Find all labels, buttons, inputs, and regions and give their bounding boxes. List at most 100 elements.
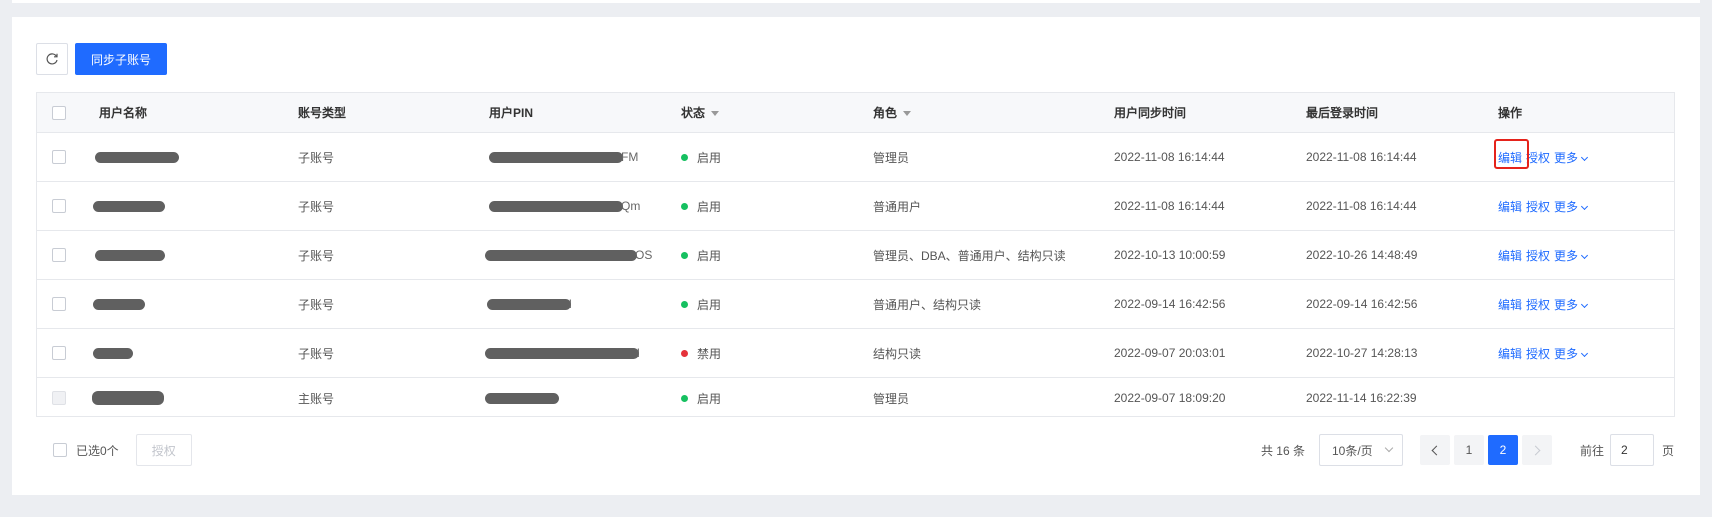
grant-link[interactable]: 授权 bbox=[1526, 247, 1550, 264]
status-dot-icon bbox=[681, 153, 688, 161]
last-login: 2022-09-14 16:42:56 bbox=[1306, 297, 1418, 311]
next-page-button[interactable] bbox=[1521, 435, 1552, 465]
row-checkbox[interactable] bbox=[52, 297, 66, 311]
last-login: 2022-10-27 14:28:13 bbox=[1306, 346, 1418, 360]
table-footer: 已选0个 授权 共 16 条 10条/页 1 2 前往 页 bbox=[24, 433, 1674, 467]
user-table: 用户名称 账号类型 用户PIN 状态 角色 用户同步时间 最后登录时间 操作 子… bbox=[36, 92, 1675, 417]
col-header-type: 账号类型 bbox=[298, 106, 347, 120]
sync-subaccount-button[interactable]: 同步子账号 bbox=[75, 43, 168, 75]
more-link[interactable]: 更多 bbox=[1554, 247, 1589, 264]
page-size-select[interactable]: 10条/页 bbox=[1318, 434, 1403, 466]
select-all-footer-checkbox[interactable] bbox=[53, 443, 67, 457]
redacted-pin bbox=[487, 298, 571, 310]
goto-page-input[interactable] bbox=[1609, 434, 1654, 466]
role: 管理员、DBA、普通用户、结构只读 bbox=[873, 248, 1066, 263]
sync-time: 2022-09-07 20:03:01 bbox=[1114, 346, 1226, 360]
chevron-down-icon bbox=[1581, 202, 1589, 210]
sync-time: 2022-09-14 16:42:56 bbox=[1114, 297, 1226, 311]
chevron-down-icon bbox=[1581, 349, 1589, 357]
col-header-actions: 操作 bbox=[1498, 106, 1523, 120]
row-checkbox[interactable] bbox=[52, 346, 66, 360]
grant-link[interactable]: 授权 bbox=[1526, 296, 1550, 313]
col-header-status[interactable]: 状态 bbox=[681, 93, 720, 133]
col-header-name: 用户名称 bbox=[99, 106, 148, 120]
grant-link[interactable]: 授权 bbox=[1526, 198, 1550, 215]
status: 启用 bbox=[681, 378, 721, 418]
redacted-username bbox=[93, 347, 133, 359]
edit-link[interactable]: 编辑 bbox=[1498, 198, 1522, 215]
refresh-icon bbox=[46, 53, 58, 65]
status-filter-caret-icon[interactable] bbox=[711, 111, 720, 117]
top-panel-edge bbox=[12, 0, 1700, 3]
last-login: 2022-10-26 14:48:49 bbox=[1306, 248, 1418, 262]
status-dot-icon bbox=[681, 349, 688, 357]
more-link[interactable]: 更多 bbox=[1554, 345, 1589, 362]
edit-link[interactable]: 编辑 bbox=[1498, 247, 1522, 264]
status: 禁用 bbox=[681, 329, 721, 377]
user-pin: l bbox=[487, 280, 572, 328]
batch-grant-button[interactable]: 授权 bbox=[135, 434, 192, 466]
account-type: 子账号 bbox=[298, 248, 335, 263]
table-row: 子账号 FM 启用 管理员 2022-11-08 16:14:44 2022-1… bbox=[37, 133, 1674, 182]
more-link[interactable]: 更多 bbox=[1554, 296, 1589, 313]
edit-link[interactable]: 编辑 bbox=[1498, 345, 1522, 362]
grant-link[interactable]: 授权 bbox=[1526, 345, 1550, 362]
row-checkbox[interactable] bbox=[52, 199, 66, 213]
role: 结构只读 bbox=[873, 346, 922, 361]
row-checkbox[interactable] bbox=[52, 248, 66, 262]
sync-time: 2022-11-08 16:14:44 bbox=[1114, 199, 1225, 213]
row-actions: 编辑 授权 更多 bbox=[1498, 280, 1591, 328]
status: 启用 bbox=[681, 133, 721, 181]
redacted-pin bbox=[485, 347, 639, 359]
prev-page-button[interactable] bbox=[1419, 435, 1450, 465]
chevron-down-icon bbox=[1581, 153, 1589, 161]
redacted-username bbox=[93, 200, 165, 212]
page-unit-label: 页 bbox=[1661, 443, 1674, 458]
row-checkbox[interactable] bbox=[52, 150, 66, 164]
batch-actions: 已选0个 授权 bbox=[53, 433, 192, 467]
edit-link[interactable]: 编辑 bbox=[1498, 296, 1522, 313]
status: 启用 bbox=[681, 231, 721, 279]
last-login: 2022-11-08 16:14:44 bbox=[1306, 150, 1417, 164]
role: 普通用户 bbox=[873, 199, 922, 214]
user-pin bbox=[485, 378, 559, 418]
select-all-checkbox[interactable] bbox=[52, 106, 66, 120]
status: 启用 bbox=[681, 280, 721, 328]
row-checkbox-disabled bbox=[52, 391, 66, 405]
last-login: 2022-11-08 16:14:44 bbox=[1306, 199, 1417, 213]
page-button-1[interactable]: 1 bbox=[1453, 435, 1484, 465]
user-pin: Qm bbox=[489, 182, 640, 230]
more-link[interactable]: 更多 bbox=[1554, 198, 1589, 215]
row-actions: 编辑 授权 更多 bbox=[1498, 329, 1591, 377]
account-type: 子账号 bbox=[298, 199, 335, 214]
col-header-role[interactable]: 角色 bbox=[873, 93, 912, 133]
redacted-pin bbox=[489, 200, 623, 212]
chevron-right-icon bbox=[1530, 445, 1541, 455]
goto-label: 前往 bbox=[1579, 443, 1604, 458]
status: 启用 bbox=[681, 182, 721, 230]
highlight-box bbox=[1494, 139, 1529, 169]
total-count: 共 16 条 bbox=[1260, 443, 1305, 458]
page-size-value: 10条/页 bbox=[1331, 443, 1373, 458]
row-actions: 编辑 授权 更多 bbox=[1498, 231, 1591, 279]
table-row: 子账号 l 禁用 结构只读 2022-09-07 20:03:01 2022-1… bbox=[37, 329, 1674, 378]
table-row: 主账号 启用 管理员 2022-09-07 18:09:20 2022-11-1… bbox=[37, 378, 1674, 418]
pagination: 共 16 条 10条/页 1 2 前往 页 bbox=[1261, 433, 1674, 467]
sync-time: 2022-10-13 10:00:59 bbox=[1114, 248, 1226, 262]
grant-link[interactable]: 授权 bbox=[1526, 149, 1550, 166]
page-button-2[interactable]: 2 bbox=[1487, 435, 1518, 465]
last-login: 2022-11-14 16:22:39 bbox=[1306, 391, 1417, 405]
chevron-down-icon bbox=[1384, 443, 1394, 453]
refresh-button[interactable] bbox=[36, 43, 68, 75]
status-dot-icon bbox=[681, 300, 688, 308]
col-header-pin: 用户PIN bbox=[489, 106, 534, 120]
user-pin: FM bbox=[489, 133, 638, 181]
role: 管理员 bbox=[873, 391, 910, 406]
chevron-left-icon bbox=[1431, 445, 1442, 455]
more-link[interactable]: 更多 bbox=[1554, 149, 1589, 166]
redacted-username bbox=[93, 298, 145, 310]
redacted-pin bbox=[485, 249, 637, 261]
chevron-down-icon bbox=[1581, 251, 1589, 259]
role-filter-caret-icon[interactable] bbox=[903, 111, 912, 117]
redacted-username bbox=[92, 391, 164, 405]
